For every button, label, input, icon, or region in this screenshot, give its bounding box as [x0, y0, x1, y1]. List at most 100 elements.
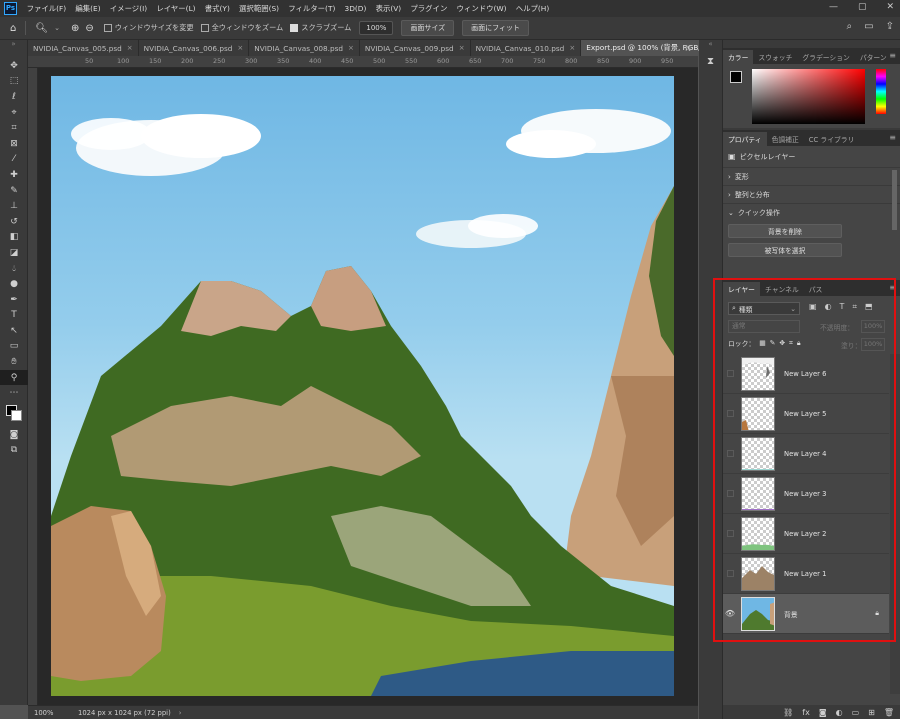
panel-menu-icon[interactable]: ≡ — [889, 133, 896, 142]
vertical-ruler[interactable] — [28, 68, 38, 705]
document-tab[interactable]: NVIDIA_Canvas_005.psd × — [28, 40, 139, 56]
menu-edit[interactable]: 編集(E) — [71, 3, 105, 14]
document-tab[interactable]: NVIDIA_Canvas_010.psd × — [470, 40, 582, 56]
zoom-out-icon[interactable]: ⊖ — [85, 23, 93, 34]
menu-image[interactable]: イメージ(I) — [105, 3, 152, 14]
fg-color-swatch[interactable] — [730, 71, 742, 83]
hue-slider[interactable] — [876, 69, 886, 114]
panel-menu-icon[interactable]: ≡ — [889, 51, 896, 60]
menu-window[interactable]: ウィンドウ(W) — [452, 3, 511, 14]
tab-cc-libraries[interactable]: CC ライブラリ — [804, 132, 860, 146]
blur-tool-icon[interactable]: 💧︎ — [0, 261, 28, 277]
fit-screen-button[interactable]: 画面にフィット — [462, 20, 530, 36]
dodge-tool-icon[interactable]: ● — [0, 276, 28, 292]
menu-view[interactable]: 表示(V) — [371, 3, 406, 14]
tab-gradients[interactable]: グラデーション — [797, 50, 854, 64]
section-align[interactable]: › 整列と分布 — [723, 186, 900, 204]
resize-windows-checkbox[interactable]: ウィンドウサイズを変更 — [103, 23, 194, 33]
tab-color[interactable]: カラー — [723, 50, 754, 64]
zoom-value-field[interactable]: 100% — [359, 21, 394, 35]
paint-bucket-icon[interactable]: ◪ — [0, 245, 28, 261]
menu-plugins[interactable]: プラグイン — [406, 3, 452, 14]
section-transform[interactable]: › 変形 — [723, 168, 900, 186]
hand-tool-icon[interactable]: ✋︎ — [0, 354, 28, 370]
tab-swatches[interactable]: スウォッチ — [753, 50, 797, 64]
properties-scrollbar[interactable] — [892, 170, 897, 230]
status-arrow-icon[interactable]: › — [179, 709, 182, 717]
zoom-in-icon[interactable]: ⊕ — [71, 23, 79, 34]
fx-icon[interactable]: fx — [802, 708, 810, 717]
crop-tool-icon[interactable]: ⌗ — [0, 120, 28, 136]
menu-file[interactable]: ファイル(F) — [22, 3, 71, 14]
color-swatches[interactable] — [0, 401, 27, 427]
remove-background-button[interactable]: 背景を削除 — [728, 224, 842, 238]
close-tab-icon[interactable]: × — [569, 44, 575, 52]
zoom-tool-active-icon[interactable]: ⚲ — [0, 369, 28, 386]
eyedropper-icon[interactable]: ⁄ — [0, 152, 28, 168]
chevron-down-icon[interactable]: ⌄ — [54, 24, 60, 32]
menu-bar: Ps ファイル(F) 編集(E) イメージ(I) レイヤー(L) 書式(Y) 選… — [0, 0, 900, 17]
menu-help[interactable]: ヘルプ(H) — [511, 3, 554, 14]
adjustment-layer-icon[interactable]: ◐ — [836, 708, 843, 717]
add-mask-icon[interactable]: ◙ — [819, 708, 827, 717]
close-tab-icon[interactable]: × — [237, 44, 243, 52]
close-tab-icon[interactable]: × — [348, 44, 354, 52]
menu-filter[interactable]: フィルター(T) — [284, 3, 340, 14]
zoom-tool-icon[interactable]: 🔍︎ — [35, 23, 48, 34]
search-icon[interactable]: ⌕ — [847, 21, 853, 32]
screen-mode-icon[interactable]: ⧉ — [0, 443, 28, 459]
maximize-button[interactable]: ▢ — [858, 2, 867, 12]
tab-adjustments[interactable]: 色調補正 — [767, 132, 804, 146]
zoom-all-windows-checkbox[interactable]: 全ウィンドウをズーム — [200, 23, 283, 33]
scrubby-zoom-checkbox[interactable]: スクラブズーム — [290, 23, 351, 33]
home-icon[interactable]: ⌂ — [10, 23, 16, 34]
menu-type[interactable]: 書式(Y) — [200, 3, 234, 14]
horizontal-ruler[interactable]: 50 100 150 200 250 300 350 400 450 500 5… — [28, 56, 698, 68]
close-tab-icon[interactable]: × — [459, 44, 465, 52]
workspace-icon[interactable]: ▭ — [864, 21, 873, 32]
link-layers-icon[interactable]: ⛓︎ — [783, 708, 793, 717]
new-layer-icon[interactable]: ⊞ — [868, 708, 875, 717]
more-tools-icon[interactable]: ⋯ — [0, 385, 28, 401]
history-brush-icon[interactable]: ↺ — [0, 214, 28, 230]
brush-tool-icon[interactable]: ✎ — [0, 183, 28, 199]
tab-overflow[interactable]: N — [678, 40, 698, 56]
document-tab[interactable]: NVIDIA_Canvas_009.psd × — [359, 40, 471, 56]
rectangle-tool-icon[interactable]: ▭ — [0, 339, 28, 355]
history-panel-icon[interactable]: ⧗ — [699, 56, 722, 67]
menu-select[interactable]: 選択範囲(S) — [234, 3, 283, 14]
menu-layer[interactable]: レイヤー(L) — [152, 3, 200, 14]
share-icon[interactable]: ⇪ — [886, 21, 894, 32]
status-zoom[interactable]: 100% — [34, 709, 58, 717]
document-tab[interactable]: NVIDIA_Canvas_006.psd × — [138, 40, 250, 56]
dock-collapse-icon[interactable]: « — [699, 40, 722, 52]
minimize-button[interactable]: — — [829, 2, 838, 12]
quick-mask-icon[interactable]: ◙ — [0, 427, 28, 443]
background-color-icon[interactable] — [11, 410, 22, 422]
frame-tool-icon[interactable]: ⊠ — [0, 136, 28, 152]
healing-brush-icon[interactable]: ✚ — [0, 167, 28, 183]
close-button[interactable]: ✕ — [886, 2, 894, 12]
screen-size-button[interactable]: 画面サイズ — [401, 20, 455, 36]
path-select-icon[interactable]: ↖ — [0, 323, 28, 339]
color-field[interactable] — [752, 69, 865, 124]
document-tab[interactable]: NVIDIA_Canvas_008.psd × — [249, 40, 360, 56]
pen-tool-icon[interactable]: ✒ — [0, 292, 28, 308]
lasso-tool-icon[interactable]: ℓ — [0, 89, 28, 105]
tab-patterns[interactable]: パターン — [855, 50, 892, 64]
type-tool-icon[interactable]: T — [0, 308, 28, 324]
delete-layer-icon[interactable]: 🗑︎ — [884, 708, 894, 717]
select-subject-button[interactable]: 被写体を選択 — [728, 243, 842, 257]
document-canvas-image[interactable] — [51, 76, 674, 696]
object-select-icon[interactable]: ⌖ — [0, 105, 28, 121]
toolbar-collapse-icon[interactable]: » — [0, 40, 27, 58]
tab-properties[interactable]: プロパティ — [723, 132, 767, 146]
stamp-tool-icon[interactable]: ⊥ — [0, 198, 28, 214]
menu-3d[interactable]: 3D(D) — [340, 4, 371, 13]
marquee-tool-icon[interactable]: ⬚ — [0, 74, 28, 90]
close-tab-icon[interactable]: × — [127, 44, 133, 52]
move-tool-icon[interactable]: ✥ — [0, 58, 28, 74]
new-group-icon[interactable]: ▭ — [852, 708, 860, 717]
section-quick-actions[interactable]: ⌄ クイック操作 — [723, 204, 900, 222]
eraser-tool-icon[interactable]: ◧ — [0, 230, 28, 246]
